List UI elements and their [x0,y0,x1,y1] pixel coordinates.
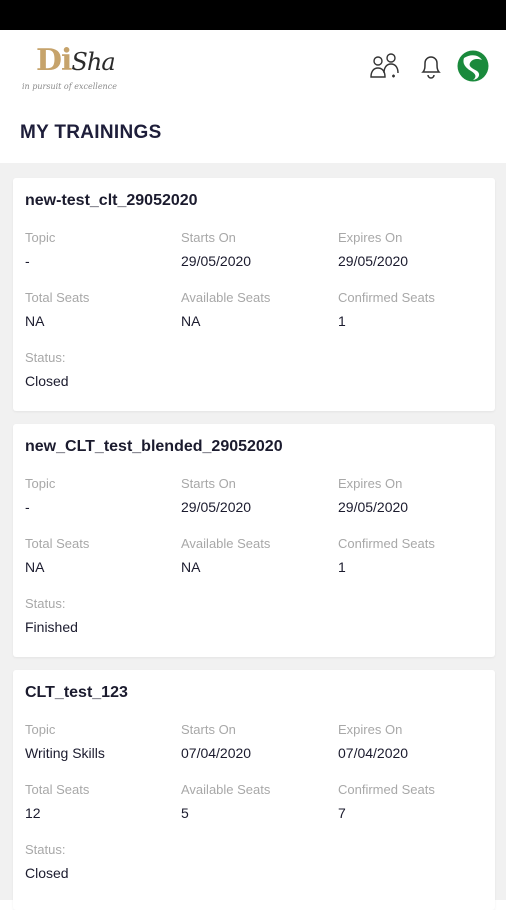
topic-label: Topic [25,476,56,491]
total-seats-label: Total Seats [25,536,90,551]
total-seats-value: NA [25,559,45,575]
expires-on-value: 29/05/2020 [338,253,409,269]
available-seats-label: Available Seats [181,782,271,797]
training-card[interactable]: CLT_test_123 Topic Writing Skills Starts… [13,670,495,910]
confirmed-seats-label: Confirmed Seats [338,536,435,551]
expires-on-field: Expires On 29/05/2020 [338,476,488,515]
starts-on-label: Starts On [181,230,236,245]
status-bar [0,0,506,30]
status-label: Status: [25,350,66,365]
expires-on-label: Expires On [338,230,403,245]
bell-icon[interactable] [413,48,449,84]
confirmed-seats-label: Confirmed Seats [338,290,435,305]
status-label: Status: [25,842,66,857]
available-seats-field: Available Seats NA [181,290,331,329]
page-title: MY TRAININGS [20,122,162,143]
training-name: new-test_clt_29052020 [25,192,198,209]
people-icon[interactable] [367,48,403,84]
total-seats-label: Total Seats [25,290,90,305]
topic-field: Topic - [25,476,175,515]
available-seats-value: 5 [181,805,189,821]
logo-wordmark: DiSha [36,43,116,78]
starts-on-field: Starts On 29/05/2020 [181,230,331,269]
expires-on-label: Expires On [338,476,403,491]
status-value: Closed [25,865,69,881]
trainings-list: new-test_clt_29052020 Topic - Starts On … [0,163,506,910]
avatar-icon[interactable] [455,48,491,84]
total-seats-value: NA [25,313,45,329]
confirmed-seats-value: 1 [338,313,346,329]
topic-label: Topic [25,230,56,245]
status-field: Status: Closed [25,842,175,881]
expires-on-value: 07/04/2020 [338,745,409,761]
training-card[interactable]: new-test_clt_29052020 Topic - Starts On … [13,178,495,411]
confirmed-seats-label: Confirmed Seats [338,782,435,797]
starts-on-field: Starts On 29/05/2020 [181,476,331,515]
total-seats-value: 12 [25,805,41,821]
status-label: Status: [25,596,66,611]
total-seats-label: Total Seats [25,782,90,797]
expires-on-field: Expires On 29/05/2020 [338,230,488,269]
starts-on-label: Starts On [181,722,236,737]
training-name: new_CLT_test_blended_29052020 [25,438,283,455]
total-seats-field: Total Seats 12 [25,782,175,821]
available-seats-label: Available Seats [181,290,271,305]
confirmed-seats-value: 7 [338,805,346,821]
confirmed-seats-field: Confirmed Seats 1 [338,536,488,575]
topic-label: Topic [25,722,56,737]
app-header: DiSha in pursuit of excellence [0,30,506,100]
confirmed-seats-field: Confirmed Seats 1 [338,290,488,329]
expires-on-value: 29/05/2020 [338,499,409,515]
app-logo[interactable]: DiSha in pursuit of excellence [22,44,147,96]
available-seats-value: NA [181,313,201,329]
status-field: Status: Finished [25,596,175,635]
topic-field: Topic Writing Skills [25,722,175,761]
topic-field: Topic - [25,230,175,269]
status-value: Closed [25,373,69,389]
starts-on-field: Starts On 07/04/2020 [181,722,331,761]
training-card[interactable]: new_CLT_test_blended_29052020 Topic - St… [13,424,495,657]
topic-value: - [25,253,30,269]
expires-on-field: Expires On 07/04/2020 [338,722,488,761]
expires-on-label: Expires On [338,722,403,737]
status-value: Finished [25,619,78,635]
starts-on-value: 29/05/2020 [181,499,252,515]
confirmed-seats-value: 1 [338,559,346,575]
starts-on-value: 07/04/2020 [181,745,252,761]
logo-tagline: in pursuit of excellence [22,82,117,91]
confirmed-seats-field: Confirmed Seats 7 [338,782,488,821]
available-seats-field: Available Seats 5 [181,782,331,821]
total-seats-field: Total Seats NA [25,536,175,575]
topic-value: Writing Skills [25,745,105,761]
status-field: Status: Closed [25,350,175,389]
total-seats-field: Total Seats NA [25,290,175,329]
training-name: CLT_test_123 [25,684,128,701]
starts-on-label: Starts On [181,476,236,491]
available-seats-field: Available Seats NA [181,536,331,575]
available-seats-value: NA [181,559,201,575]
starts-on-value: 29/05/2020 [181,253,252,269]
topic-value: - [25,499,30,515]
available-seats-label: Available Seats [181,536,271,551]
